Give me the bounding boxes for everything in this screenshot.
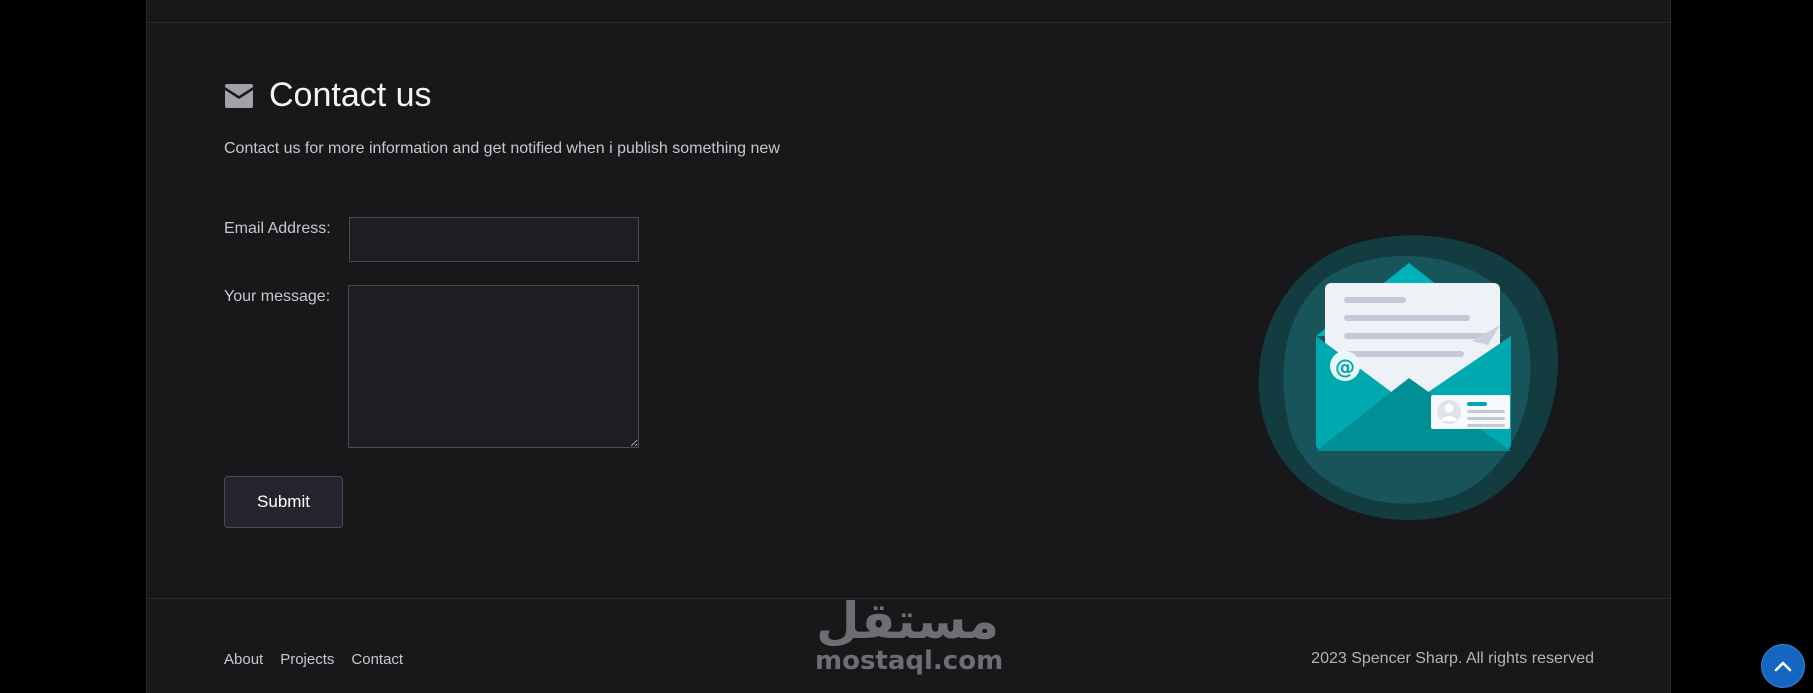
message-label: Your message:: [224, 288, 331, 305]
mostaql-watermark: مستقل mostaql.com: [815, 592, 1004, 676]
chevron-up-icon: [1774, 661, 1792, 672]
watermark-latin: mostaql.com: [815, 646, 1004, 676]
scroll-to-top-button[interactable]: [1761, 644, 1805, 688]
content-panel: Contact us Contact us for more informati…: [146, 0, 1671, 693]
footer-nav: About Projects Contact: [224, 651, 403, 668]
watermark-arabic: مستقل: [816, 592, 999, 650]
submit-button[interactable]: Submit: [224, 476, 343, 528]
svg-text:@: @: [1335, 355, 1355, 379]
top-divider: [147, 22, 1670, 23]
footer-link-projects[interactable]: Projects: [280, 651, 334, 668]
message-field[interactable]: [348, 285, 639, 448]
open-envelope-illustration: @: [1258, 235, 1559, 521]
email-label: Email Address:: [224, 220, 331, 237]
footer-link-contact[interactable]: Contact: [351, 651, 403, 668]
copyright-text: 2023 Spencer Sharp. All rights reserved: [1311, 650, 1594, 667]
footer-link-about[interactable]: About: [224, 651, 263, 668]
contact-intro: Contact us for more information and get …: [224, 140, 780, 157]
page-title: Contact us: [269, 76, 432, 114]
email-field[interactable]: [349, 217, 639, 262]
contact-heading: Contact us: [224, 76, 432, 115]
envelope-icon: [225, 83, 253, 108]
